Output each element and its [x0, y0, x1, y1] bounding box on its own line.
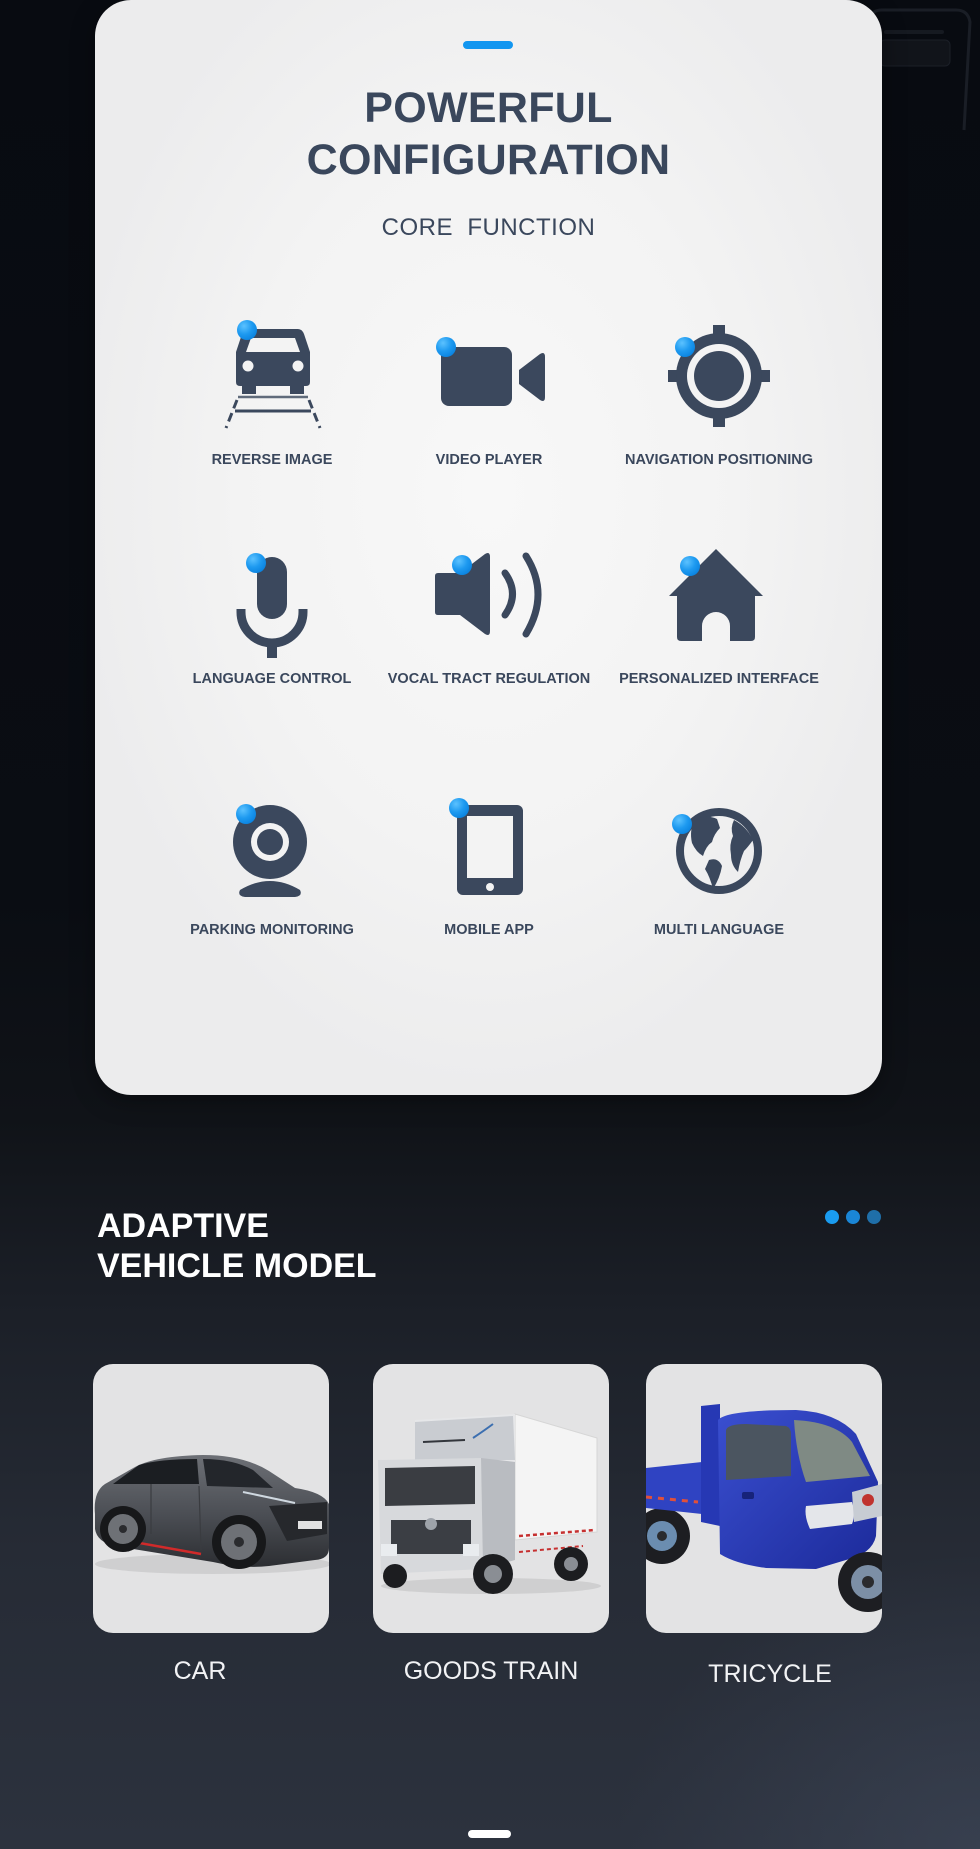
feature-reverse-image: REVERSE IMAGE — [162, 316, 382, 476]
feature-vocal-tract-regulation: VOCAL TRACT REGULATION — [379, 538, 599, 698]
reverse-camera-car-icon — [224, 320, 322, 429]
blue-dot-indicator — [236, 804, 256, 824]
feature-language-control: LANGUAGE CONTROL — [162, 538, 382, 698]
webcam-icon — [233, 804, 307, 897]
vehicle-label-tricycle: TRICYCLE — [708, 1660, 832, 1688]
suv-car-image — [94, 1455, 329, 1574]
vehicle-card-car — [93, 1364, 329, 1633]
blue-dot-indicator — [452, 555, 472, 575]
truck-cab — [378, 1416, 515, 1574]
vehicle-card-goods-train — [373, 1364, 609, 1633]
feature-label: PERSONALIZED INTERFACE — [619, 671, 819, 687]
rear-wheel — [100, 1506, 146, 1552]
rear-wheel — [646, 1508, 690, 1564]
pagination-dot-2[interactable] — [846, 1210, 860, 1224]
feature-label: VOCAL TRACT REGULATION — [387, 671, 591, 687]
feature-navigation-positioning: NAVIGATION POSITIONING — [609, 316, 829, 476]
section-title-line-1: ADAPTIVE — [97, 1207, 269, 1245]
feature-label: VIDEO PLAYER — [435, 452, 543, 468]
blue-dot-indicator — [237, 320, 257, 340]
speaker-volume-icon — [435, 552, 542, 638]
page-title: POWERFUL CONFIGURATION — [95, 82, 882, 186]
vehicle-label-goods-train: GOODS TRAIN — [403, 1657, 579, 1685]
feature-label: MOBILE APP — [444, 922, 534, 938]
left-front-wheel — [383, 1564, 407, 1588]
pagination-dot-1[interactable] — [825, 1210, 839, 1224]
tricycle-cab — [718, 1410, 882, 1569]
home-icon — [669, 549, 763, 641]
feature-personalized-interface: PERSONALIZED INTERFACE — [609, 538, 829, 698]
front-wheel — [212, 1515, 266, 1569]
feature-label: MULTI LANGUAGE — [653, 922, 785, 938]
box-truck-image — [378, 1413, 601, 1594]
feature-video-player: VIDEO PLAYER — [379, 316, 599, 476]
home-indicator-bar — [468, 1830, 511, 1838]
feature-label: NAVIGATION POSITIONING — [625, 452, 813, 468]
title-line-1: POWERFUL — [364, 84, 613, 132]
accent-bar — [463, 41, 513, 49]
blue-cargo-tricycle-image — [646, 1404, 882, 1612]
video-camera-icon — [436, 337, 545, 406]
front-wheel — [838, 1552, 882, 1612]
rear-wheel — [554, 1547, 588, 1581]
configuration-card: POWERFUL CONFIGURATION CORE FUNCTION REV… — [95, 0, 882, 1095]
globe-icon — [672, 808, 762, 894]
tablet-icon — [449, 798, 523, 895]
vehicle-label-car: CAR — [173, 1657, 227, 1685]
carousel-pagination — [825, 1210, 885, 1224]
blue-dot-indicator — [436, 337, 456, 357]
front-wheel — [473, 1554, 513, 1594]
feature-parking-monitoring: PARKING MONITORING — [162, 790, 382, 950]
section-title: ADAPTIVE VEHICLE MODEL — [97, 1206, 377, 1286]
title-line-2: CONFIGURATION — [306, 136, 671, 184]
pagination-dot-3[interactable] — [867, 1210, 881, 1224]
blue-dot-indicator — [672, 814, 692, 834]
feature-multi-language: MULTI LANGUAGE — [609, 790, 829, 950]
blue-dot-indicator — [675, 337, 695, 357]
blue-dot-indicator — [449, 798, 469, 818]
section-subtitle: CORE FUNCTION — [381, 214, 596, 241]
blue-dot-indicator — [246, 553, 266, 573]
vehicle-card-tricycle — [646, 1364, 882, 1633]
gps-target-icon — [668, 325, 770, 427]
microphone-icon — [236, 553, 308, 658]
cargo-bed — [646, 1404, 720, 1526]
blue-dot-indicator — [680, 556, 700, 576]
feature-mobile-app: MOBILE APP — [379, 790, 599, 950]
section-title-line-2: VEHICLE MODEL — [97, 1247, 377, 1285]
